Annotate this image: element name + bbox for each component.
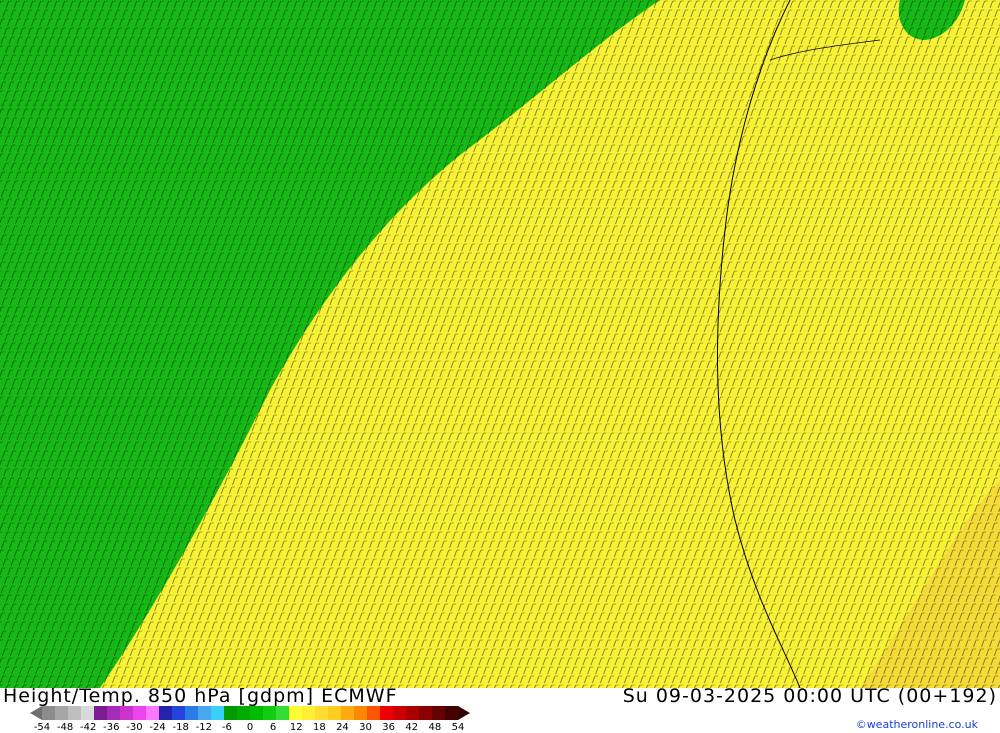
legend-tick-label: 36 <box>382 722 396 733</box>
contour-texture <box>0 0 1000 688</box>
legend-swatch <box>185 706 199 720</box>
legend-tick-label: -12 <box>195 722 212 733</box>
legend-swatch <box>42 706 56 720</box>
legend-swatch <box>406 706 420 720</box>
legend-tick-label: 24 <box>336 722 349 733</box>
map-datetime: Su 09-03-2025 00:00 UTC (00+192) <box>622 685 997 707</box>
legend-tick-label: -54 <box>33 722 51 733</box>
legend-swatch <box>328 706 342 720</box>
legend-swatch <box>432 706 446 720</box>
map-footer: Height/Temp. 850 hPa [gdpm] ECMWF Su 09-… <box>0 685 1000 733</box>
legend-tick-label: -48 <box>56 722 74 733</box>
legend-tick-label: 0 <box>246 722 254 733</box>
legend-swatch <box>276 706 290 720</box>
map-title: Height/Temp. 850 hPa [gdpm] ECMWF <box>3 685 398 707</box>
legend-swatch <box>224 706 238 720</box>
color-legend <box>30 706 470 720</box>
legend-tick-label: -6 <box>221 722 232 733</box>
legend-swatch <box>159 706 173 720</box>
legend-swatch <box>393 706 407 720</box>
legend-tick-label: 18 <box>312 722 326 733</box>
legend-tick-label: 30 <box>359 722 372 733</box>
legend-swatch <box>302 706 316 720</box>
legend-swatch <box>315 706 329 720</box>
legend-swatch <box>198 706 212 720</box>
legend-swatch <box>68 706 82 720</box>
credit-link[interactable]: ©weatheronline.co.uk <box>856 718 978 731</box>
legend-swatch <box>250 706 264 720</box>
legend-swatch <box>263 706 277 720</box>
legend-swatch <box>94 706 108 720</box>
map-canvas <box>0 0 1000 688</box>
legend-swatch <box>237 706 251 720</box>
legend-swatch <box>211 706 225 720</box>
legend-tick-label: 6 <box>269 722 277 733</box>
legend-swatch <box>107 706 121 720</box>
legend-tick-label: 12 <box>289 722 303 733</box>
legend-tick-label: -30 <box>126 722 143 733</box>
legend-tick-label: -42 <box>80 722 97 733</box>
legend-swatch <box>133 706 147 720</box>
legend-swatch <box>419 706 433 720</box>
legend-swatch <box>354 706 368 720</box>
legend-swatch <box>81 706 95 720</box>
legend-arrow-right <box>458 706 470 720</box>
legend-tick-label: 48 <box>428 722 442 733</box>
temperature-map[interactable] <box>0 0 1000 688</box>
legend-swatch <box>445 706 459 720</box>
legend-swatch <box>120 706 134 720</box>
legend-swatch <box>146 706 160 720</box>
legend-swatch <box>172 706 186 720</box>
legend-tick-label: -36 <box>103 722 120 733</box>
legend-tick-label: -24 <box>149 722 166 733</box>
legend-swatch <box>380 706 394 720</box>
legend-arrow-left <box>30 706 42 720</box>
legend-swatch <box>55 706 69 720</box>
legend-tick-label: 42 <box>405 722 419 733</box>
legend-tick-label: -18 <box>172 722 189 733</box>
legend-swatch <box>341 706 355 720</box>
legend-swatch <box>289 706 303 720</box>
legend-tick-label: 54 <box>451 722 465 733</box>
legend-swatch <box>367 706 381 720</box>
